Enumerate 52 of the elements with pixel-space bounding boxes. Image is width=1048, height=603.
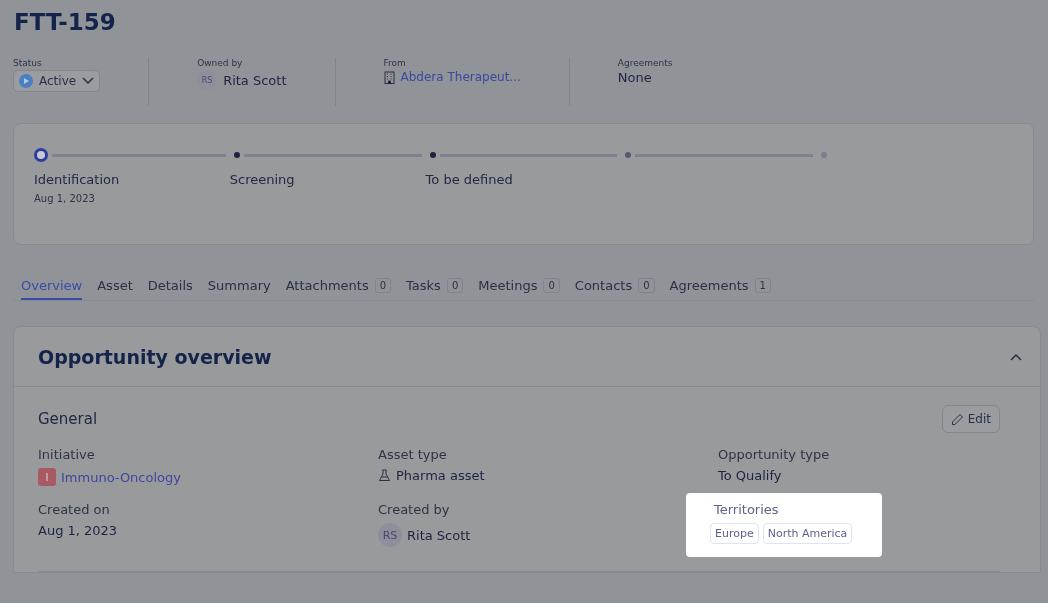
- field-label: Opportunity type: [718, 447, 830, 462]
- field-value: Aug 1, 2023: [38, 523, 118, 538]
- stage-label: Screening: [229, 172, 296, 187]
- field-value: Pharma asset: [396, 468, 485, 483]
- tab[interactable]: Details: [147, 278, 193, 300]
- owner-name: Rita Scott: [223, 72, 287, 88]
- section-title: Opportunity overview: [38, 345, 272, 368]
- pencil-icon: [950, 412, 964, 426]
- group-title: General: [38, 410, 98, 428]
- building-icon: [383, 70, 395, 84]
- field-label: Initiative: [38, 447, 96, 462]
- tab-count: 0: [446, 278, 464, 293]
- edit-button[interactable]: Edit: [941, 405, 1000, 433]
- territory-tag: North America: [762, 523, 853, 544]
- tab-count: 0: [638, 278, 655, 293]
- initiative-badge: I: [38, 468, 56, 486]
- tab[interactable]: Contacts 0: [574, 278, 655, 300]
- page-title: FTT-159: [14, 8, 117, 36]
- tab[interactable]: Attachments 0: [285, 278, 392, 300]
- tab[interactable]: Meetings 0: [478, 278, 560, 300]
- field-label: Asset type: [378, 447, 448, 462]
- tab[interactable]: Overview: [21, 278, 83, 300]
- tab[interactable]: Tasks 0: [406, 278, 464, 300]
- field-label: Created on: [38, 502, 111, 517]
- stage-label: To be defined: [425, 172, 514, 187]
- tab-count: 0: [374, 278, 392, 293]
- meta-label: From: [383, 58, 407, 68]
- stage-label: Identification: [34, 172, 121, 187]
- territory-tag: Europe: [710, 523, 759, 544]
- meta-label: Owned by: [197, 58, 244, 68]
- avatar: RS: [197, 70, 218, 90]
- tab-count: 0: [543, 278, 560, 293]
- tab[interactable]: Asset: [97, 278, 133, 300]
- meta-label: Agreements: [617, 58, 673, 68]
- field-label: Created by: [378, 502, 451, 517]
- field-value: To Qualify: [718, 468, 783, 483]
- tab[interactable]: Summary: [207, 278, 271, 300]
- meta-label: Status: [13, 58, 43, 68]
- stage-date: Aug 1, 2023: [34, 193, 96, 204]
- field-value: Rita Scott: [407, 527, 471, 543]
- chevron-up-icon[interactable]: [1010, 352, 1022, 361]
- chevron-down-icon: [82, 77, 95, 85]
- status-dropdown[interactable]: Active: [13, 70, 101, 92]
- company-link[interactable]: Abdera Therapeut...: [400, 70, 521, 84]
- tab[interactable]: Agreements 1: [669, 278, 771, 300]
- play-icon: [19, 74, 33, 88]
- avatar: RS: [378, 523, 402, 547]
- tab-count: 1: [754, 278, 771, 293]
- flask-icon: [378, 469, 391, 482]
- initiative-link[interactable]: Immuno-Oncology: [61, 469, 181, 485]
- meta-value: None: [617, 70, 653, 85]
- field-label: Territories: [714, 502, 780, 517]
